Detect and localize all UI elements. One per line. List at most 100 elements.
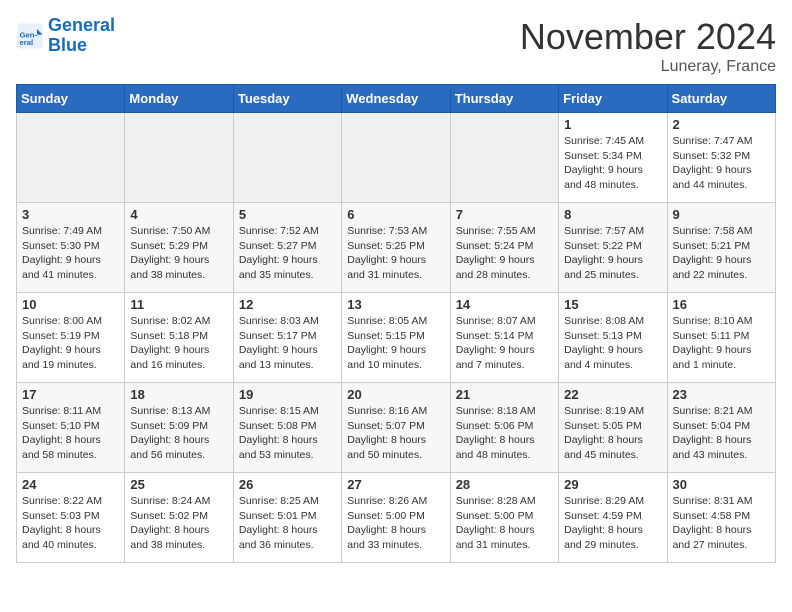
day-number: 7 (456, 207, 553, 222)
day-info: Sunrise: 8:15 AM Sunset: 5:08 PM Dayligh… (239, 404, 336, 463)
day-number: 26 (239, 477, 336, 492)
month-title: November 2024 (520, 16, 776, 58)
calendar-day-cell: 6 Sunrise: 7:53 AM Sunset: 5:25 PM Daylig… (342, 203, 450, 293)
calendar-week-row: 1Sunrise: 7:45 AM Sunset: 5:34 PM Daylig… (17, 113, 776, 203)
calendar-day-cell: 24 Sunrise: 8:22 AM Sunset: 5:03 PM Dayli… (17, 473, 125, 563)
day-info: Sunrise: 8:31 AM Sunset: 4:58 PM Dayligh… (673, 494, 770, 553)
weekday-header: Thursday (450, 85, 558, 113)
day-number: 27 (347, 477, 444, 492)
calendar-day-cell: 23 Sunrise: 8:21 AM Sunset: 5:04 PM Dayli… (667, 383, 775, 473)
calendar-day-cell (125, 113, 233, 203)
calendar-day-cell: 3 Sunrise: 7:49 AM Sunset: 5:30 PM Daylig… (17, 203, 125, 293)
calendar-day-cell (342, 113, 450, 203)
day-number: 5 (239, 207, 336, 222)
logo: Gen- eral General Blue (16, 16, 115, 56)
day-info: Sunrise: 7:50 AM Sunset: 5:29 PM Dayligh… (130, 224, 227, 283)
calendar-day-cell: 20 Sunrise: 8:16 AM Sunset: 5:07 PM Dayli… (342, 383, 450, 473)
day-info: Sunrise: 8:05 AM Sunset: 5:15 PM Dayligh… (347, 314, 444, 373)
day-info: Sunrise: 8:16 AM Sunset: 5:07 PM Dayligh… (347, 404, 444, 463)
day-number: 18 (130, 387, 227, 402)
weekday-header: Wednesday (342, 85, 450, 113)
day-info: Sunrise: 8:29 AM Sunset: 4:59 PM Dayligh… (564, 494, 661, 553)
day-info: Sunrise: 7:53 AM Sunset: 5:25 PM Dayligh… (347, 224, 444, 283)
day-info: Sunrise: 8:25 AM Sunset: 5:01 PM Dayligh… (239, 494, 336, 553)
weekday-header: Saturday (667, 85, 775, 113)
calendar-day-cell: 13 Sunrise: 8:05 AM Sunset: 5:15 PM Dayli… (342, 293, 450, 383)
calendar-day-cell (17, 113, 125, 203)
calendar-day-cell: 5 Sunrise: 7:52 AM Sunset: 5:27 PM Daylig… (233, 203, 341, 293)
day-number: 12 (239, 297, 336, 312)
weekday-header: Friday (559, 85, 667, 113)
calendar-day-cell: 19 Sunrise: 8:15 AM Sunset: 5:08 PM Dayli… (233, 383, 341, 473)
calendar-day-cell: 28 Sunrise: 8:28 AM Sunset: 5:00 PM Dayli… (450, 473, 558, 563)
day-info: Sunrise: 8:28 AM Sunset: 5:00 PM Dayligh… (456, 494, 553, 553)
day-number: 4 (130, 207, 227, 222)
calendar-day-cell (450, 113, 558, 203)
calendar-table: SundayMondayTuesdayWednesdayThursdayFrid… (16, 84, 776, 563)
day-number: 14 (456, 297, 553, 312)
day-info: Sunrise: 7:45 AM Sunset: 5:34 PM Dayligh… (564, 134, 661, 193)
header: Gen- eral General Blue November 2024 Lun… (16, 16, 776, 76)
calendar-day-cell: 9Sunrise: 7:58 AM Sunset: 5:21 PM Daylig… (667, 203, 775, 293)
calendar-week-row: 24 Sunrise: 8:22 AM Sunset: 5:03 PM Dayli… (17, 473, 776, 563)
day-number: 19 (239, 387, 336, 402)
day-info: Sunrise: 7:47 AM Sunset: 5:32 PM Dayligh… (673, 134, 770, 193)
weekday-header: Tuesday (233, 85, 341, 113)
location: Luneray, France (520, 58, 776, 76)
day-info: Sunrise: 7:52 AM Sunset: 5:27 PM Dayligh… (239, 224, 336, 283)
day-info: Sunrise: 8:07 AM Sunset: 5:14 PM Dayligh… (456, 314, 553, 373)
logo-icon: Gen- eral (16, 22, 44, 50)
day-info: Sunrise: 7:57 AM Sunset: 5:22 PM Dayligh… (564, 224, 661, 283)
calendar-week-row: 3 Sunrise: 7:49 AM Sunset: 5:30 PM Daylig… (17, 203, 776, 293)
calendar-day-cell: 7Sunrise: 7:55 AM Sunset: 5:24 PM Daylig… (450, 203, 558, 293)
calendar-day-cell: 22 Sunrise: 8:19 AM Sunset: 5:05 PM Dayli… (559, 383, 667, 473)
calendar-day-cell: 15Sunrise: 8:08 AM Sunset: 5:13 PM Dayli… (559, 293, 667, 383)
calendar-day-cell: 12Sunrise: 8:03 AM Sunset: 5:17 PM Dayli… (233, 293, 341, 383)
day-number: 8 (564, 207, 661, 222)
logo-text: General Blue (48, 16, 115, 56)
day-info: Sunrise: 8:24 AM Sunset: 5:02 PM Dayligh… (130, 494, 227, 553)
day-info: Sunrise: 8:26 AM Sunset: 5:00 PM Dayligh… (347, 494, 444, 553)
day-number: 30 (673, 477, 770, 492)
calendar-day-cell: 18 Sunrise: 8:13 AM Sunset: 5:09 PM Dayli… (125, 383, 233, 473)
weekday-header: Monday (125, 85, 233, 113)
day-info: Sunrise: 8:13 AM Sunset: 5:09 PM Dayligh… (130, 404, 227, 463)
day-info: Sunrise: 8:10 AM Sunset: 5:11 PM Dayligh… (673, 314, 770, 373)
day-info: Sunrise: 8:19 AM Sunset: 5:05 PM Dayligh… (564, 404, 661, 463)
calendar-day-cell: 14 Sunrise: 8:07 AM Sunset: 5:14 PM Dayli… (450, 293, 558, 383)
weekday-header-row: SundayMondayTuesdayWednesdayThursdayFrid… (17, 85, 776, 113)
day-info: Sunrise: 8:21 AM Sunset: 5:04 PM Dayligh… (673, 404, 770, 463)
day-info: Sunrise: 8:02 AM Sunset: 5:18 PM Dayligh… (130, 314, 227, 373)
title-area: November 2024 Luneray, France (520, 16, 776, 76)
day-info: Sunrise: 8:11 AM Sunset: 5:10 PM Dayligh… (22, 404, 119, 463)
calendar-day-cell: 21Sunrise: 8:18 AM Sunset: 5:06 PM Dayli… (450, 383, 558, 473)
day-number: 3 (22, 207, 119, 222)
day-info: Sunrise: 7:58 AM Sunset: 5:21 PM Dayligh… (673, 224, 770, 283)
day-info: Sunrise: 8:00 AM Sunset: 5:19 PM Dayligh… (22, 314, 119, 373)
calendar-day-cell: 26 Sunrise: 8:25 AM Sunset: 5:01 PM Dayli… (233, 473, 341, 563)
day-number: 22 (564, 387, 661, 402)
calendar-day-cell: 8 Sunrise: 7:57 AM Sunset: 5:22 PM Daylig… (559, 203, 667, 293)
day-number: 29 (564, 477, 661, 492)
day-number: 13 (347, 297, 444, 312)
day-info: Sunrise: 8:22 AM Sunset: 5:03 PM Dayligh… (22, 494, 119, 553)
day-info: Sunrise: 7:49 AM Sunset: 5:30 PM Dayligh… (22, 224, 119, 283)
day-number: 23 (673, 387, 770, 402)
calendar-day-cell: 1Sunrise: 7:45 AM Sunset: 5:34 PM Daylig… (559, 113, 667, 203)
day-number: 16 (673, 297, 770, 312)
day-number: 20 (347, 387, 444, 402)
day-number: 28 (456, 477, 553, 492)
calendar-day-cell: 30 Sunrise: 8:31 AM Sunset: 4:58 PM Dayli… (667, 473, 775, 563)
calendar-day-cell: 27 Sunrise: 8:26 AM Sunset: 5:00 PM Dayli… (342, 473, 450, 563)
weekday-header: Sunday (17, 85, 125, 113)
day-number: 17 (22, 387, 119, 402)
logo-general: General (48, 15, 115, 35)
day-number: 6 (347, 207, 444, 222)
calendar-day-cell: 17 Sunrise: 8:11 AM Sunset: 5:10 PM Dayli… (17, 383, 125, 473)
calendar-day-cell: 29 Sunrise: 8:29 AM Sunset: 4:59 PM Dayli… (559, 473, 667, 563)
day-number: 2 (673, 117, 770, 132)
svg-text:eral: eral (20, 38, 34, 47)
calendar-day-cell: 10Sunrise: 8:00 AM Sunset: 5:19 PM Dayli… (17, 293, 125, 383)
day-number: 24 (22, 477, 119, 492)
day-info: Sunrise: 8:08 AM Sunset: 5:13 PM Dayligh… (564, 314, 661, 373)
